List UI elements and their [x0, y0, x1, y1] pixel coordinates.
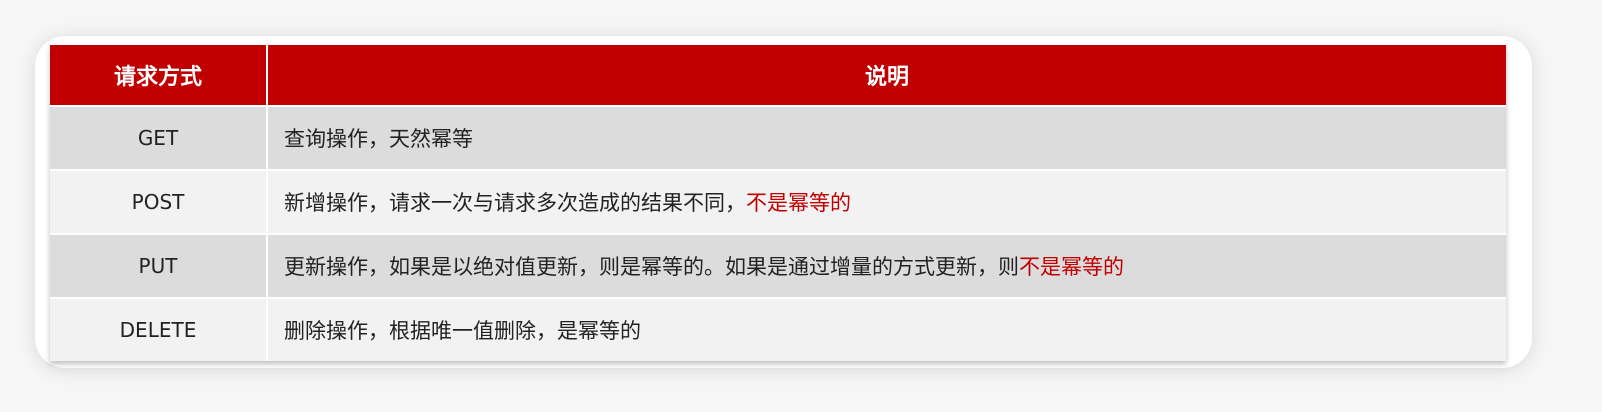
header-method: 请求方式 — [50, 45, 268, 106]
card: 请求方式 说明 GET 查询操作，天然幂等 POST 新增操作，请求一次与请求多… — [35, 36, 1532, 368]
highlight-text: 不是幂等的 — [1019, 255, 1124, 279]
header-description: 说明 — [267, 45, 1506, 106]
table-row: POST 新增操作，请求一次与请求多次造成的结果不同，不是幂等的 — [50, 169, 1506, 234]
method-cell: POST — [50, 169, 268, 234]
description-text: 删除操作，根据唯一值删除，是幂等的 — [284, 319, 641, 343]
description-cell: 查询操作，天然幂等 — [267, 105, 1506, 170]
method-cell: DELETE — [50, 297, 268, 361]
description-cell: 更新操作，如果是以绝对值更新，则是幂等的。如果是通过增量的方式更新，则不是幂等的 — [267, 233, 1506, 298]
table-row: GET 查询操作，天然幂等 — [50, 105, 1506, 170]
description-text: 新增操作，请求一次与请求多次造成的结果不同， — [284, 191, 746, 215]
http-methods-table: 请求方式 说明 GET 查询操作，天然幂等 POST 新增操作，请求一次与请求多… — [50, 45, 1506, 361]
table-row: DELETE 删除操作，根据唯一值删除，是幂等的 — [50, 297, 1506, 361]
description-cell: 删除操作，根据唯一值删除，是幂等的 — [267, 297, 1506, 361]
description-text: 查询操作，天然幂等 — [284, 127, 473, 151]
table-row: PUT 更新操作，如果是以绝对值更新，则是幂等的。如果是通过增量的方式更新，则不… — [50, 233, 1506, 298]
method-cell: PUT — [50, 233, 268, 298]
method-cell: GET — [50, 105, 268, 170]
description-cell: 新增操作，请求一次与请求多次造成的结果不同，不是幂等的 — [267, 169, 1506, 234]
header-row: 请求方式 说明 — [50, 45, 1506, 106]
description-text: 更新操作，如果是以绝对值更新，则是幂等的。如果是通过增量的方式更新，则 — [284, 255, 1019, 279]
highlight-text: 不是幂等的 — [746, 191, 851, 215]
